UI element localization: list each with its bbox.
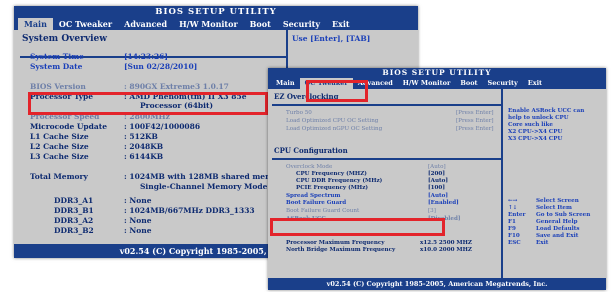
tab-oc-tweaker[interactable]: OC Tweaker <box>53 18 118 30</box>
processor-type-highlight <box>28 92 268 115</box>
overview-label: L2 Cache Size <box>30 142 89 151</box>
overview-label: DDR3_B2 <box>54 226 94 235</box>
section-cpu-configuration: CPU Configuration <box>274 146 348 155</box>
overview-label: L3 Cache Size <box>30 152 89 161</box>
overview-value: : 100F42/1000086 <box>124 122 201 131</box>
tab-boot-2[interactable]: Boot <box>455 78 482 89</box>
overview-label: BIOS Version <box>30 82 86 91</box>
tab-security-2[interactable]: Security <box>483 78 523 89</box>
cpu-option-value[interactable]: [Auto] <box>428 164 446 170</box>
bios-title: BIOS SETUP UTILITY <box>14 6 418 18</box>
tab-hw-monitor[interactable]: H/W Monitor <box>173 18 244 30</box>
overview-label: Total Memory <box>30 172 88 181</box>
overview-value[interactable]: [Sun 02/28/2010] <box>124 62 197 71</box>
key-desc: Exit <box>536 240 549 246</box>
cpu-option-label[interactable]: Spread Spectrum <box>286 193 340 199</box>
tab-boot[interactable]: Boot <box>244 18 277 30</box>
overview-value: : None <box>124 216 152 225</box>
overview-label: DDR3_B1 <box>54 206 94 215</box>
ez-option-value[interactable]: [Press Enter] <box>456 110 494 116</box>
overview-value: : None <box>124 226 152 235</box>
tab-security[interactable]: Security <box>277 18 326 30</box>
overview-label: DDR3_A2 <box>54 216 94 225</box>
key-name: F1 <box>508 219 516 225</box>
cpu-option-label[interactable]: Overclock Mode <box>286 164 332 170</box>
cpu-option-label[interactable]: PCIE Frequency (MHz) <box>296 185 368 191</box>
help-line: Core such like <box>508 122 553 128</box>
overview-label: Microcode Update <box>30 122 107 131</box>
overview-value[interactable]: [14:23:26] <box>124 52 168 61</box>
key-desc: Save and Exit <box>536 233 579 239</box>
overview-value: : 6144KB <box>124 152 164 161</box>
overview-label[interactable]: System Time <box>30 52 84 61</box>
cpu-option-value[interactable]: [100] <box>428 185 445 191</box>
cpu-option-label[interactable]: Boot Failure Guard <box>286 200 346 206</box>
cpu-option-value[interactable]: [Enabled] <box>428 200 459 206</box>
overview-value: : None <box>124 196 152 205</box>
help-line: X3 CPU->X4 CPU <box>508 136 563 142</box>
cpu-option-value[interactable]: [Auto] <box>428 193 448 199</box>
cpu-option-label: Processor Maximum Frequency <box>286 240 385 246</box>
cpu-option-value[interactable]: [Auto] <box>428 178 448 184</box>
help-line: X2 CPU->X4 CPU <box>508 129 563 135</box>
ez-option-label[interactable]: Turbo 50 <box>286 110 312 116</box>
ez-option-label[interactable]: Load Optimized CPU OC Setting <box>286 118 378 124</box>
key-desc: Load Defaults <box>536 226 580 232</box>
tab-main-2[interactable]: Main <box>271 78 300 89</box>
overview-value: : 2048KB <box>124 142 164 151</box>
key-name: Enter <box>508 212 526 218</box>
oc-tweaker-tab-highlight <box>306 80 368 102</box>
cpu-option-value: x10.0 2000 MHZ <box>420 247 472 253</box>
key-name: F9 <box>508 226 516 232</box>
cpu-option-value[interactable]: [200] <box>428 171 445 177</box>
ez-option-label[interactable]: Load Optimized nGPU OC Setting <box>286 126 382 132</box>
bios-menu-bar: Main OC Tweaker Advanced H/W Monitor Boo… <box>14 18 418 30</box>
cpu-option-label[interactable]: Boot Failure Guard Count <box>286 208 359 214</box>
overview-label[interactable]: System Date <box>30 62 82 71</box>
cpu-option-label[interactable]: CPU DDR Frequency (MHz) <box>296 178 382 184</box>
help-line: Enable ASRock UCC can <box>508 108 585 114</box>
key-desc: Select Screen <box>536 198 579 204</box>
tab-main[interactable]: Main <box>18 18 53 30</box>
ez-option-value[interactable]: [Press Enter] <box>456 118 494 124</box>
tab-exit-2[interactable]: Exit <box>523 78 547 89</box>
help-text: Use [Enter], [TAB] <box>292 34 371 43</box>
tab-exit[interactable]: Exit <box>326 18 356 30</box>
ez-option-value[interactable]: [Press Enter] <box>456 126 494 132</box>
overview-label: L1 Cache Size <box>30 132 89 141</box>
section-title: System Overview <box>22 34 107 44</box>
key-name: ↑↓ <box>508 205 518 211</box>
cpu-option-value[interactable]: [3] <box>428 208 436 214</box>
bios-title-2: BIOS SETUP UTILITY <box>268 68 606 78</box>
cpu-option-value: x12.5 2500 MHZ <box>420 240 472 246</box>
key-name: ESC <box>508 240 521 246</box>
asrock-ucc-highlight <box>270 218 445 236</box>
overview-value: : 1024MB with 128MB shared memory <box>124 172 287 181</box>
overview-value: : 512KB <box>124 132 158 141</box>
cpu-option-label: North Bridge Maximum Frequency <box>286 247 396 253</box>
key-desc: Go to Sub Screen <box>536 212 591 218</box>
overview-value: Single-Channel Memory Mode <box>140 182 268 191</box>
key-name: F10 <box>508 233 520 239</box>
help-line: help to unlock CPU <box>508 115 569 121</box>
cpu-option-label[interactable]: CPU Frequency (MHZ) <box>296 171 367 177</box>
overview-value: : 1024MB/667MHz DDR3_1333 <box>124 206 255 215</box>
tab-advanced[interactable]: Advanced <box>118 18 173 30</box>
overview-label: DDR3_A1 <box>54 196 94 205</box>
key-name: ←→ <box>508 198 518 204</box>
key-desc: Select Item <box>536 205 572 211</box>
tab-hw-monitor-2[interactable]: H/W Monitor <box>398 78 456 89</box>
key-desc: General Help <box>536 219 578 225</box>
overview-value: : 890GX Extreme3 1.0.17 <box>124 82 229 91</box>
bios-footer-2: v02.54 (C) Copyright 1985-2005, American… <box>268 278 606 290</box>
